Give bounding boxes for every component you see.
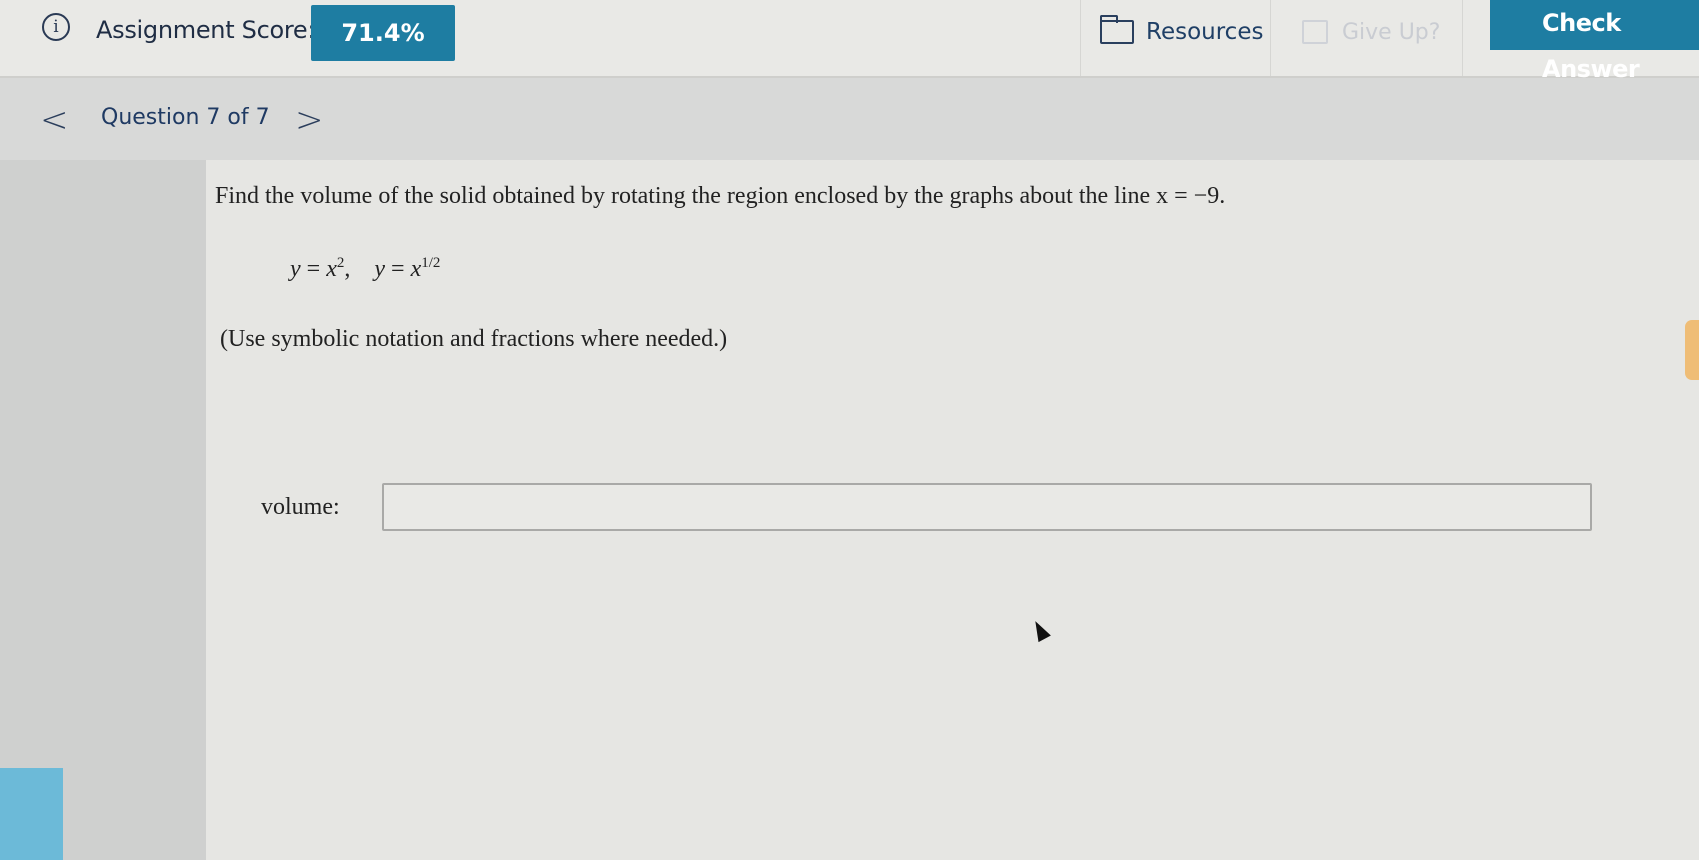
chevron-left-icon[interactable]: < xyxy=(40,100,69,140)
assignment-score-label: Assignment Score: xyxy=(96,16,316,44)
edge-glow xyxy=(1685,320,1699,380)
question-navigation: < Question 7 of 7 > xyxy=(0,78,1699,160)
divider xyxy=(1080,0,1081,76)
divider xyxy=(1462,0,1463,76)
equations: y = x2, y = x1/2 xyxy=(290,255,441,282)
top-bar: i Assignment Score: 71.4% Resources Give… xyxy=(0,0,1699,83)
sidebar xyxy=(0,160,206,860)
chevron-right-icon[interactable]: > xyxy=(295,100,324,140)
assignment-score-value: 71.4% xyxy=(311,5,455,61)
question-prompt: Find the volume of the solid obtained by… xyxy=(215,183,1226,209)
divider xyxy=(1270,0,1271,76)
flag-icon xyxy=(1302,20,1328,44)
question-counter[interactable]: Question 7 of 7 xyxy=(101,105,270,130)
check-answer-button[interactable]: Check Answer xyxy=(1490,0,1699,83)
folder-icon xyxy=(1100,15,1134,44)
give-up-button[interactable]: Give Up? xyxy=(1302,12,1440,52)
give-up-label: Give Up? xyxy=(1342,19,1441,45)
resources-label: Resources xyxy=(1146,19,1264,45)
volume-input[interactable] xyxy=(382,483,1592,531)
instruction-hint: (Use symbolic notation and fractions whe… xyxy=(220,326,728,352)
info-icon[interactable]: i xyxy=(42,13,70,41)
sidebar-accent xyxy=(0,768,63,860)
resources-button[interactable]: Resources xyxy=(1100,12,1263,52)
volume-label: volume: xyxy=(261,494,340,520)
